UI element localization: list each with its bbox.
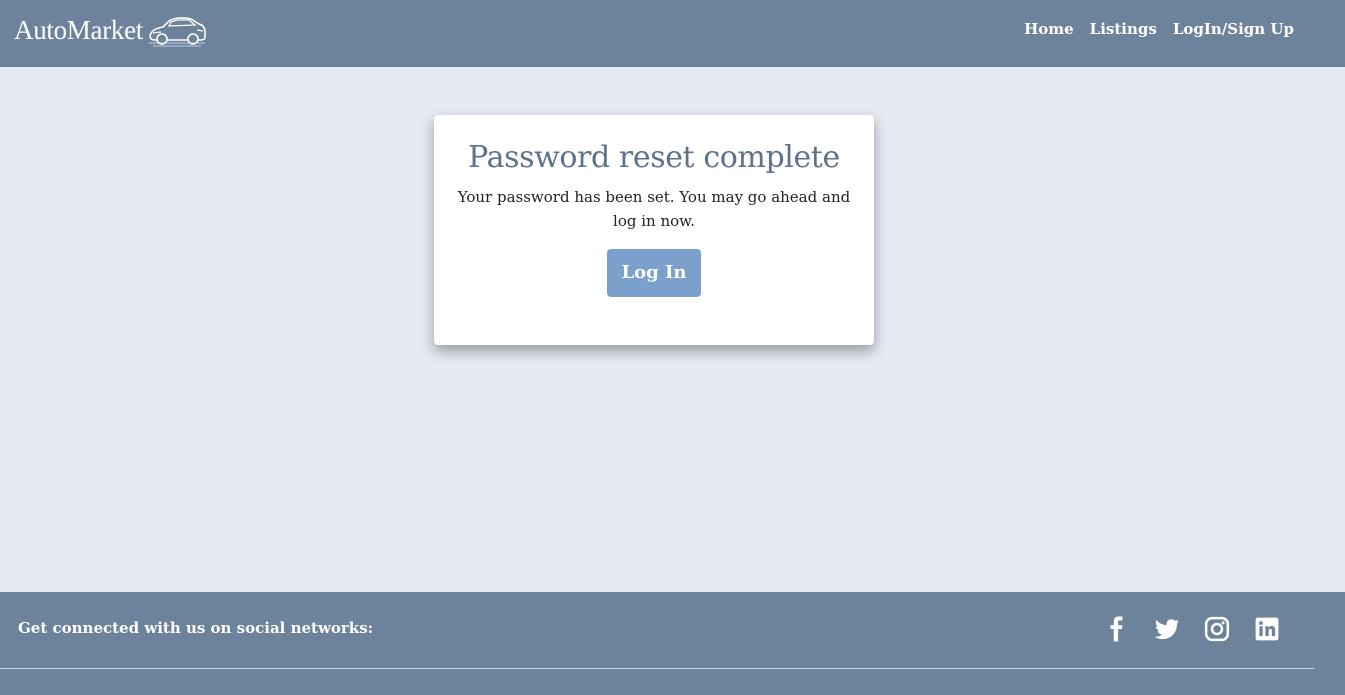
footer-divider [0, 668, 1314, 669]
car-icon [148, 17, 206, 47]
reset-complete-card: Password reset complete Your password ha… [434, 115, 874, 345]
main-nav: Home Listings LogIn/Sign Up [1024, 20, 1294, 38]
twitter-link[interactable] [1142, 616, 1192, 644]
brand-logo-link[interactable]: AutoMarket [14, 10, 207, 50]
navbar: AutoMarket Home Listings LogIn/Sign Up [0, 0, 1345, 67]
instagram-link[interactable] [1192, 616, 1242, 644]
linkedin-icon [1255, 617, 1279, 641]
twitter-icon [1154, 619, 1179, 640]
footer-social-text: Get connected with us on social networks… [18, 619, 374, 637]
nav-listings-link[interactable]: Listings [1090, 20, 1157, 38]
nav-home-link[interactable]: Home [1024, 20, 1074, 38]
facebook-icon [1110, 616, 1123, 642]
footer: Get connected with us on social networks… [0, 592, 1345, 695]
log-in-button[interactable]: Log In [607, 249, 701, 297]
brand-name: AutoMarket [14, 14, 143, 45]
linkedin-link[interactable] [1242, 616, 1292, 644]
nav-login-signup-link[interactable]: LogIn/Sign Up [1173, 20, 1294, 38]
social-links [1092, 616, 1292, 644]
facebook-link[interactable] [1092, 616, 1142, 644]
instagram-icon [1204, 616, 1230, 642]
reset-message: Your password has been set. You may go a… [457, 188, 851, 230]
page-title: Password reset complete [468, 140, 840, 175]
